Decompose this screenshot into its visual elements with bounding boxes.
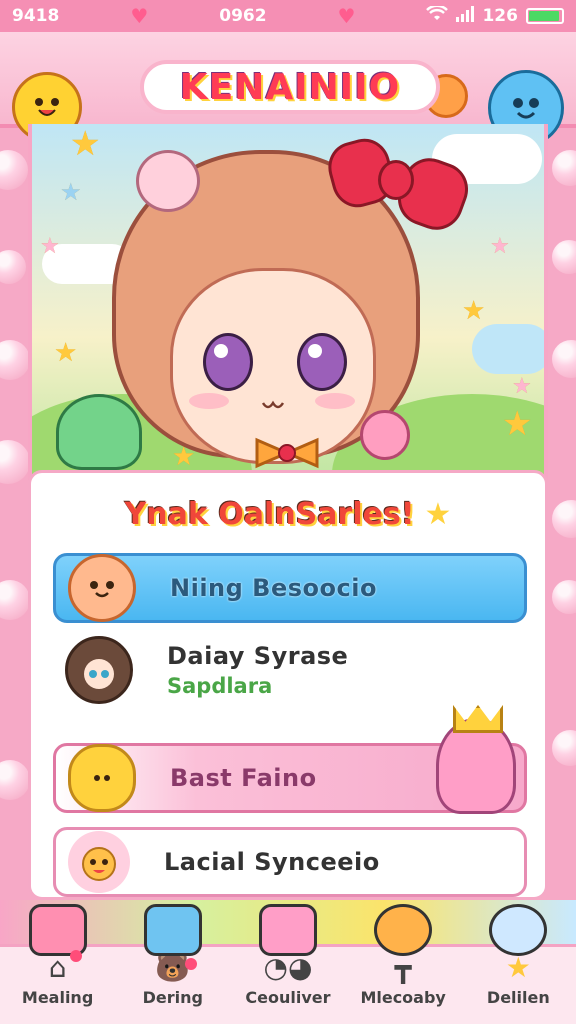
list-item-label: Daiay Syrase: [167, 642, 349, 670]
app-title: KENAINIIO: [140, 60, 440, 114]
list-item-bast[interactable]: Bast Faino: [53, 705, 527, 814]
left-eye: [203, 333, 253, 391]
blush: [189, 393, 229, 409]
star-icon: ★: [512, 374, 532, 399]
list-item-niing[interactable]: Niing Besoocio: [53, 553, 527, 623]
nav-item-mlecoaby[interactable]: ┳ Mlecoaby: [351, 904, 455, 1024]
girl-face: [170, 268, 376, 464]
status-time: 9418: [12, 6, 60, 26]
nav-label: Ceouliver: [245, 988, 331, 1007]
star-icon: ★: [502, 404, 533, 444]
list-item-sublabel: Sapdlara: [167, 674, 273, 698]
heart-icon: ♥: [337, 4, 356, 28]
profile-icon: [489, 904, 548, 956]
red-bow-icon: [322, 120, 476, 238]
table-icon: ┳: [394, 951, 412, 984]
battery-level: [528, 11, 560, 21]
star-icon: ★: [40, 234, 60, 259]
right-eye: [297, 333, 347, 391]
cat-icon: [68, 554, 136, 622]
signal-icon: [456, 5, 475, 27]
star-icon: ★: [60, 178, 82, 206]
bear-icon: 🐻: [155, 951, 191, 984]
nav-label: Mealing: [21, 988, 94, 1007]
nav-item-dering[interactable]: 🐻 Dering: [121, 904, 225, 1024]
list-item-daiay[interactable]: Daiay Syrase Sapdlara: [53, 635, 527, 705]
status-bar: 9418 ♥ 0962 ♥ 126: [0, 0, 576, 32]
cat-icon: [68, 831, 130, 893]
princess-character-icon: [436, 705, 516, 814]
pink-candy-icon: [360, 410, 410, 460]
notification-dot: [69, 950, 82, 962]
green-dino-icon: [56, 394, 142, 470]
crown-icon: [453, 705, 503, 733]
panel-title: Ynak OalnSarles! ★: [31, 497, 545, 532]
girl-avatar-icon: [65, 636, 133, 704]
list-item-text-group: Daiay Syrase Sapdlara: [167, 642, 348, 698]
star-icon: ★: [54, 338, 78, 368]
star-icon: ★: [462, 296, 486, 326]
nav-label: Delilen: [486, 988, 550, 1007]
status-right: 126: [426, 4, 564, 27]
list-item-label: Lacial Synceeio: [164, 848, 380, 876]
nav-label: Mlecoaby: [360, 988, 446, 1007]
blush: [315, 393, 355, 409]
battery-icon: [525, 8, 564, 24]
heart-icon: ♥: [130, 4, 149, 28]
selection-panel: Ynak OalnSarles! ★ Niing Besoocio Daiay S…: [28, 470, 548, 900]
cloud: [472, 324, 544, 374]
nav-item-ceouliver[interactable]: ◔◕ Ceouliver: [236, 904, 340, 1024]
wifi-icon: [426, 4, 449, 27]
panel-title-text: Ynak OalnSarles!: [124, 497, 415, 532]
status-center-text: 0962: [219, 6, 267, 26]
nav-label: Dering: [142, 988, 203, 1007]
nav-item-mealing[interactable]: ⌂ Mealing: [6, 904, 110, 1024]
list-item-label: Bast Faino: [170, 764, 317, 792]
star-icon: ★: [424, 497, 452, 532]
present-icon: [258, 904, 317, 956]
bear-icon: [143, 904, 202, 956]
star-icon: ★: [505, 951, 531, 984]
app-header: KENAINIIO: [0, 32, 576, 146]
nav-item-delilen[interactable]: ★ Delilen: [466, 904, 570, 1024]
face-icon: ◔◕: [263, 951, 313, 984]
notification-dot: [184, 958, 197, 970]
gift-icon: [28, 904, 87, 956]
status-right-text: 126: [482, 6, 518, 26]
star-icon: ★: [490, 234, 510, 259]
bean-icon: [68, 744, 136, 812]
star-icon: ★: [70, 124, 101, 164]
mouth: [261, 400, 285, 409]
list-item-label: Niing Besoocio: [170, 574, 377, 602]
list-item-lacial[interactable]: Lacial Synceeio: [53, 827, 527, 897]
orange-ribbon-icon: [255, 437, 319, 469]
home-icon: ⌂: [48, 951, 67, 984]
orange-face-icon: [374, 904, 433, 956]
bottom-nav: ⌂ Mealing 🐻 Dering ◔◕ Ceouliver ┳ Mlecoa…: [0, 904, 576, 1024]
pink-cat-mascot-icon: [136, 150, 200, 212]
